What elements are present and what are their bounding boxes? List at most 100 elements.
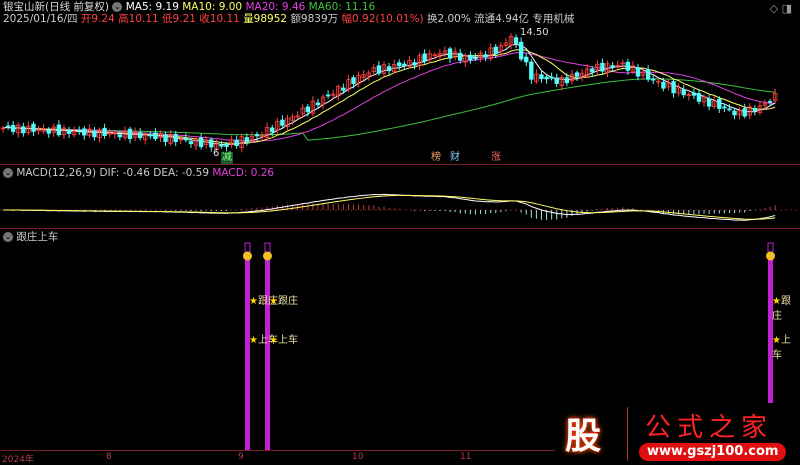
candle-body	[457, 52, 463, 61]
candle-body	[468, 54, 473, 61]
candle-body	[127, 128, 133, 140]
candle-body	[209, 139, 214, 148]
candle-body	[681, 89, 686, 96]
dea-line	[2, 194, 776, 220]
signal-cap	[244, 242, 251, 253]
candle-body	[92, 130, 97, 138]
candle-body	[66, 129, 72, 134]
candle-body	[518, 41, 524, 60]
tag-finance: 财	[450, 152, 460, 163]
watermark: 股 公式之家 www.gszj100.com	[555, 403, 800, 465]
logo-mark: 股	[565, 416, 602, 457]
axis-label: 9	[238, 452, 244, 462]
coin-icon	[766, 251, 775, 261]
candle-body	[82, 128, 87, 136]
candle-body	[539, 74, 544, 80]
candle-body	[473, 57, 478, 60]
candle-body	[5, 125, 11, 128]
coin-icon	[263, 251, 272, 261]
candle-body	[402, 63, 407, 66]
candle-body	[554, 77, 559, 84]
candle-body	[117, 134, 123, 138]
signal-text: 上车	[277, 335, 298, 346]
tag-reduce: 减	[221, 152, 233, 164]
candle-body	[727, 108, 732, 111]
candle-body	[198, 137, 204, 148]
pane-divider	[0, 228, 800, 229]
candle-body	[645, 69, 651, 80]
candle-body	[767, 101, 773, 103]
candle-body	[10, 125, 16, 132]
candle-body	[224, 143, 229, 147]
candle-body	[447, 48, 453, 59]
candle-body	[742, 108, 747, 117]
candle-body	[422, 53, 427, 62]
candle-body	[341, 87, 346, 91]
macd-value: MACD: 0.26	[212, 167, 275, 179]
candle-body	[635, 67, 641, 77]
candle-body	[483, 54, 488, 58]
candle-body	[173, 134, 178, 143]
candle-body	[706, 98, 712, 107]
candle-body	[671, 81, 676, 94]
star-icon: ★	[772, 335, 781, 346]
candle-body	[21, 126, 26, 134]
low-price-label: 6	[213, 148, 220, 159]
star-icon: ★	[249, 335, 258, 346]
site-name: 公式之家	[645, 413, 774, 443]
ma5-line	[2, 43, 776, 146]
indicator-title: 跟庄上车	[16, 231, 59, 243]
candle-body	[148, 134, 153, 137]
candle-body	[153, 132, 158, 140]
candle-body	[610, 65, 615, 68]
candle-body	[590, 68, 595, 73]
dropdown-icon[interactable]: ⌄	[3, 168, 13, 178]
candle-body	[691, 92, 697, 96]
candle-body	[234, 139, 239, 146]
candle-body	[717, 98, 722, 109]
candle-body	[493, 46, 498, 54]
candle-body	[600, 62, 605, 72]
axis-label: 2024年	[2, 455, 34, 465]
candle-body	[77, 129, 82, 132]
candle-body	[183, 137, 189, 141]
signal-text: 跟庄	[277, 296, 298, 307]
candle-body	[386, 66, 392, 72]
candle-body	[280, 119, 285, 126]
candle-body	[549, 76, 554, 79]
candle-body	[254, 134, 260, 137]
signal-cap	[767, 242, 774, 253]
kline-chart[interactable]	[0, 0, 800, 465]
coin-icon	[243, 251, 252, 261]
star-icon: ★	[249, 296, 258, 307]
dropdown-icon[interactable]: ⌄	[3, 232, 13, 242]
signal-bar	[265, 258, 270, 450]
axis-label: 10	[352, 452, 364, 462]
candle-body	[661, 81, 666, 89]
candle-body	[732, 110, 737, 116]
candle-body	[188, 141, 194, 145]
tag-rise: 涨	[491, 152, 501, 163]
candle-body	[564, 77, 570, 84]
tag-rank: 榜	[431, 152, 441, 163]
signal-bar	[245, 258, 250, 450]
candle-body	[412, 62, 417, 66]
candle-body	[315, 102, 321, 106]
candle-body	[351, 77, 356, 84]
candle-body	[56, 124, 62, 136]
signal-label: ★上车	[269, 331, 298, 346]
candle-body	[722, 106, 727, 109]
candle-body	[651, 78, 656, 81]
candle-body	[513, 37, 519, 44]
candle-body	[31, 123, 36, 132]
macd-header: ⌄ MACD(12,26,9) DIF: -0.46 DEA: -0.59 MA…	[3, 167, 274, 179]
indicator-header: ⌄ 跟庄上车	[3, 231, 58, 243]
candle-body	[696, 93, 702, 102]
star-icon: ★	[772, 296, 781, 307]
candle-body	[625, 61, 631, 71]
macd-label: MACD(12,26,9)	[16, 167, 97, 179]
ma60-line	[2, 78, 776, 141]
candle-body	[163, 134, 168, 142]
candle-body	[325, 94, 331, 97]
candle-body	[137, 132, 143, 139]
